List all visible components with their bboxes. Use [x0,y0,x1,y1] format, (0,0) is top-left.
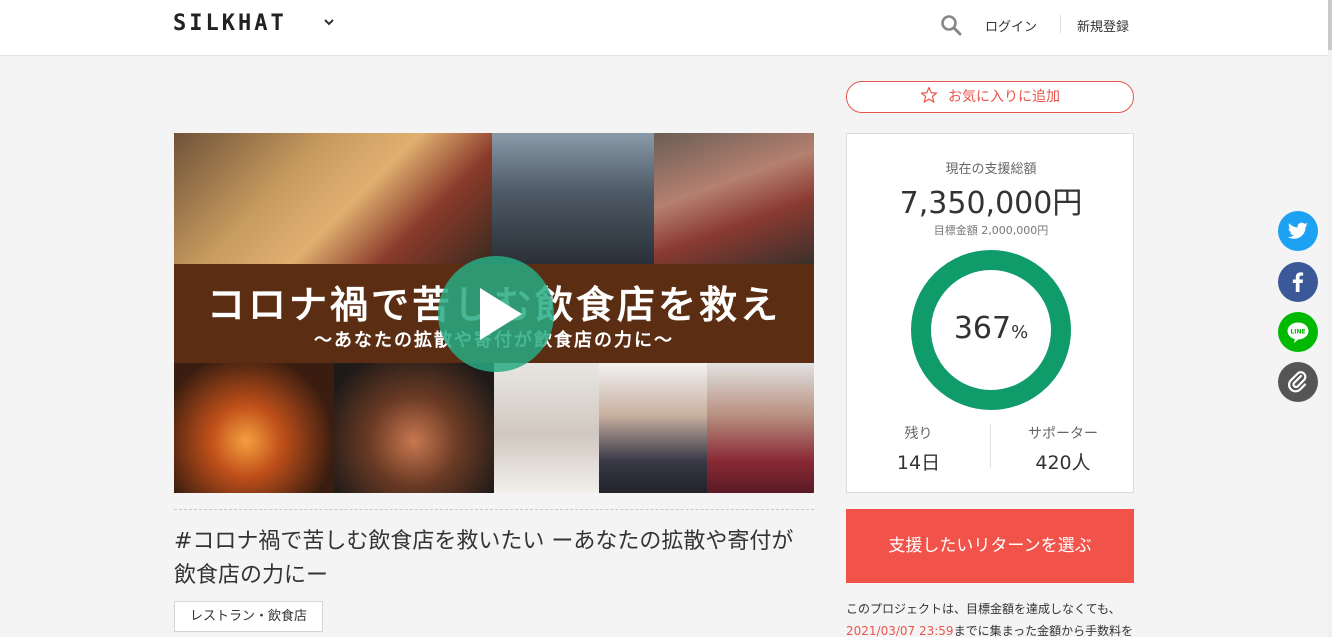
progress-value: 367 [953,311,1012,346]
share-facebook-button[interactable] [1278,262,1318,302]
note-line-1: このプロジェクトは、目標金額を達成しなくても、 [846,602,1121,616]
photo-sushi [174,133,492,264]
site-header: SILKHAT ログイン 新規登録 [0,0,1332,56]
add-favorite-label: お気に入りに追加 [948,89,1060,105]
photo-person-2 [599,363,707,493]
supporters-label: サポーター [1028,426,1098,442]
funding-note: このプロジェクトは、目標金額を達成しなくても、 2021/03/07 23:59… [846,598,1146,637]
project-video[interactable]: コロナ禍で苦しむ飲食店を救え 〜あなたの拡散や寄付が飲食店の力に〜 [174,133,814,493]
photo-flame [174,363,334,493]
category-tag[interactable]: レストラン・飲食店 [174,601,324,632]
photo-hotpot [334,363,494,493]
total-amount: 7,350,000円 [899,186,1083,221]
choose-return-button[interactable]: 支援したいリターンを選ぶ [846,509,1134,583]
progress-unit: % [1011,322,1029,343]
share-line-button[interactable]: LINE [1278,312,1318,352]
add-favorite-button[interactable]: お気に入りに追加 [846,81,1134,113]
copy-link-button[interactable] [1278,362,1318,402]
register-link[interactable]: 新規登録 [1077,16,1129,35]
search-icon[interactable] [940,14,962,36]
svg-text:LINE: LINE [1290,329,1305,336]
link-icon [1288,371,1307,393]
content-divider [174,509,814,510]
play-button[interactable] [438,256,554,372]
photo-kitchen [492,133,654,264]
share-twitter-button[interactable] [1278,211,1318,251]
remaining-value: 14日 [896,452,941,474]
deadline-text: 2021/03/07 23:59 [846,624,954,637]
total-label: 現在の支援総額 [945,162,1037,177]
play-icon [480,288,522,340]
project-title: #コロナ禍で苦しむ飲食店を救いたい ーあなたの拡散や寄付が飲食店の力にー [174,529,794,588]
note-line-2-text: までに集まった金額から手数料を [953,624,1134,637]
supporters-value: 420人 [1035,452,1091,474]
remaining-label: 残り [904,426,933,442]
line-icon: LINE [1287,322,1309,343]
goal-amount: 目標金額 2,000,000円 [933,224,1049,237]
site-logo[interactable]: SILKHAT [173,11,287,36]
twitter-icon [1287,222,1308,239]
star-icon [920,86,938,103]
scrollbar[interactable] [1328,0,1332,637]
scrollbar-thumb[interactable] [1328,0,1332,50]
chevron-down-icon[interactable] [322,15,336,29]
photo-person-3 [707,363,814,493]
nav-divider [1060,15,1061,33]
photo-grill [654,133,814,264]
funding-stats-card: 現在の支援総額 7,350,000円 目標金額 2,000,000円 367% … [846,133,1134,493]
facebook-icon [1292,272,1304,292]
photo-person-1 [494,363,599,493]
progress-percent: 367% [909,311,1073,346]
login-link[interactable]: ログイン [985,16,1037,35]
note-line-2: 2021/03/07 23:59までに集まった金額から手数料を [846,620,1146,637]
